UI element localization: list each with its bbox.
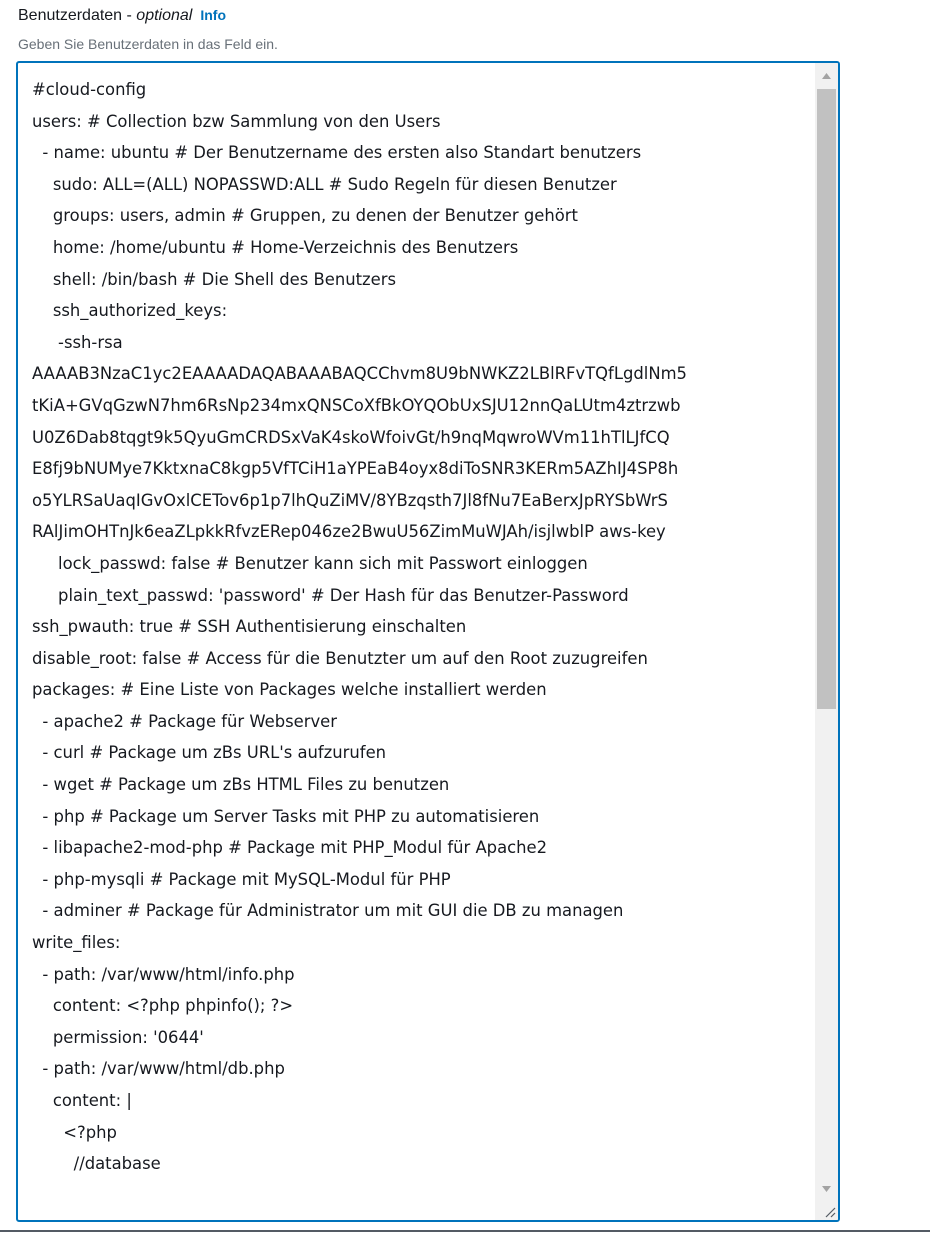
code-line: -ssh-rsa xyxy=(32,332,123,352)
field-label: Benutzerdaten - optional Info xyxy=(18,4,226,27)
code-line: content: <?php phpinfo(); ?> xyxy=(32,996,294,1016)
code-line: write_files: xyxy=(32,933,121,953)
code-line: shell: /bin/bash # Die Shell des Benutze… xyxy=(32,269,397,289)
code-line: lock_passwd: false # Benutzer kann sich … xyxy=(32,553,588,573)
code-line: <?php xyxy=(32,1122,117,1142)
scroll-up-icon[interactable] xyxy=(815,65,838,87)
code-line: AAAAB3NzaC1yc2EAAAADAQABAAABAQCChvm8U9bN… xyxy=(32,364,687,384)
user-data-textarea-content[interactable]: #cloud-config users: # Collection bzw Sam… xyxy=(18,63,814,1220)
code-line: disable_root: false # Access für die Ben… xyxy=(32,648,648,668)
optional-tag: optional xyxy=(136,7,193,24)
code-line: E8fj9bNUMye7KktxnaC8kgp5VfTCiH1aYPEaB4oy… xyxy=(32,459,679,479)
code-line: sudo: ALL=(ALL) NOPASSWD:ALL # Sudo Rege… xyxy=(32,174,617,194)
code-line: - path: /var/www/html/db.php xyxy=(32,1059,285,1079)
scrollbar-thumb[interactable] xyxy=(817,89,836,709)
code-line: ssh_pwauth: true # SSH Authentisierung e… xyxy=(32,617,467,637)
code-line: //database xyxy=(32,1154,161,1174)
resize-handle-icon[interactable] xyxy=(822,1204,836,1218)
scroll-down-icon[interactable] xyxy=(815,1178,838,1200)
info-link[interactable]: Info xyxy=(200,7,226,23)
code-line: - curl # Package um zBs URL's aufzurufen xyxy=(32,743,387,763)
code-line: RAlJimOHTnJk6eaZLpkkRfvzERep046ze2BwuU56… xyxy=(32,522,666,542)
field-description: Geben Sie Benutzerdaten in das Feld ein. xyxy=(18,36,278,52)
code-line: - path: /var/www/html/info.php xyxy=(32,964,295,984)
code-line: - apache2 # Package für Webserver xyxy=(32,711,337,731)
code-line: tKiA+GVqGzwN7hm6RsNp234mxQNSCoXfBkOYQObU… xyxy=(32,395,681,415)
code-line: o5YLRSaUaqIGvOxlCETov6p1p7lhQuZiMV/8YBzq… xyxy=(32,490,668,510)
code-line: users: # Collection bzw Sammlung von den… xyxy=(32,111,441,131)
code-line: permission: '0644' xyxy=(32,1027,204,1047)
section-divider xyxy=(0,1230,930,1232)
code-line: - php # Package um Server Tasks mit PHP … xyxy=(32,806,540,826)
code-line: - libapache2-mod-php # Package mit PHP_M… xyxy=(32,838,548,858)
user-data-textarea[interactable]: #cloud-config users: # Collection bzw Sam… xyxy=(16,61,840,1222)
code-line: #cloud-config xyxy=(32,80,147,99)
code-line: packages: # Eine Liste von Packages welc… xyxy=(32,680,547,700)
code-line: - php-mysqli # Package mit MySQL-Modul f… xyxy=(32,869,451,889)
code-line: ssh_authorized_keys: xyxy=(32,301,228,321)
code-line: groups: users, admin # Gruppen, zu denen… xyxy=(32,206,578,226)
field-label-text: Benutzerdaten xyxy=(18,7,123,24)
code-line: - name: ubuntu # Der Benutzername des er… xyxy=(32,143,642,163)
code-line: U0Z6Dab8tqgt9k5QyuGmCRDSxVaK4skoWfoivGt/… xyxy=(32,427,670,447)
field-label-separator: - xyxy=(122,7,137,24)
code-line: - wget # Package um zBs HTML Files zu be… xyxy=(32,775,450,795)
code-line: content: | xyxy=(32,1091,132,1110)
vertical-scrollbar[interactable] xyxy=(815,63,838,1220)
code-line: - adminer # Package für Administrator um… xyxy=(32,901,624,921)
code-line: home: /home/ubuntu # Home-Verzeichnis de… xyxy=(32,237,519,257)
code-line: plain_text_passwd: 'password' # Der Hash… xyxy=(32,585,629,605)
